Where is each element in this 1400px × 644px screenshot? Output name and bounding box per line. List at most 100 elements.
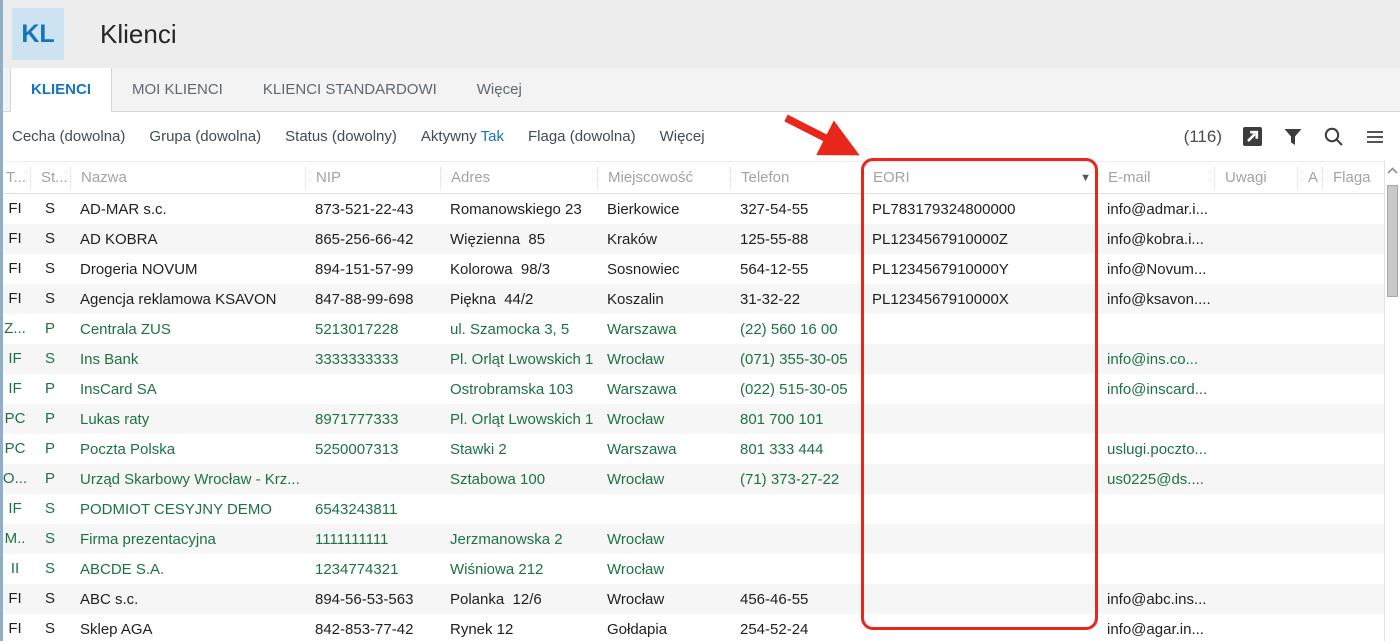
- table-cell: Ins Bank: [80, 350, 139, 368]
- table-cell: ul. Szamocka 3, 5: [450, 320, 570, 338]
- filter-cecha[interactable]: Cecha (dowolna): [12, 128, 125, 145]
- scrollbar[interactable]: [1384, 161, 1400, 641]
- table-row[interactable]: II S ABCDE S.A. 1234774321 Wiśniowa 212 Wrocł…: [0, 554, 1384, 584]
- column-header-eori[interactable]: EORI ▼: [862, 166, 1097, 189]
- table-cell: M..: [4, 530, 26, 547]
- table-cell: Warszawa: [607, 380, 677, 398]
- table-row[interactable]: IF P InsCard SA Ostrobramska 103 Warszawa (02…: [0, 374, 1384, 404]
- table-body: FI S AD-MAR s.c. 873-521-22-43 Romanowskiego…: [0, 194, 1384, 644]
- column-header-a[interactable]: A: [1297, 166, 1322, 189]
- table-cell: 6543243811: [315, 500, 398, 518]
- table-cell: 842-853-77-42: [315, 620, 414, 638]
- column-header-adres[interactable]: Adres: [440, 166, 597, 189]
- table-row[interactable]: FI S Agencja reklamowa KSAVON 847-88-99-698…: [0, 284, 1384, 314]
- table-row[interactable]: PC P Poczta Polska 5250007313 Stawki 2 Warsza…: [0, 434, 1384, 464]
- sort-arrow-icon: ▼: [1080, 171, 1091, 184]
- column-label: St...: [41, 168, 68, 186]
- search-icon[interactable]: [1323, 126, 1345, 148]
- table-row[interactable]: FI S Drogeria NOVUM 894-151-57-99 Kolorowa 9…: [0, 254, 1384, 284]
- table-cell: S: [44, 560, 55, 577]
- table-cell: S: [44, 350, 55, 367]
- filter-grupa[interactable]: Grupa (dowolna): [149, 128, 261, 145]
- table-row[interactable]: FI S Sklep AGA 842-853-77-42 Rynek 12 Gołdapi…: [0, 614, 1384, 644]
- column-header-t[interactable]: T...: [0, 167, 30, 189]
- tab-klienci-standardowi[interactable]: KLIENCI STANDARDOWI: [243, 68, 457, 111]
- table-row[interactable]: PC P Lukas raty 8971777333 Pl. Orląt Lwowski…: [0, 404, 1384, 434]
- table-cell: AD-MAR s.c.: [80, 200, 167, 218]
- scroll-up-icon[interactable]: [1385, 161, 1400, 179]
- column-header-flaga[interactable]: Flaga: [1322, 166, 1384, 189]
- tab-moi-klienci[interactable]: MOI KLIENCI: [112, 68, 243, 111]
- filter-value: (dowolny): [327, 128, 397, 145]
- table-cell: uslugi.poczto...: [1107, 440, 1208, 458]
- tab-więcej[interactable]: Więcej: [457, 68, 542, 111]
- tab-klienci[interactable]: KLIENCI: [10, 68, 112, 112]
- table-row[interactable]: Z... P Centrala ZUS 5213017228 ul. Szamocka …: [0, 314, 1384, 344]
- table-header: T... St... Nazwa NIP Adres Miejscowość Telefon…: [0, 161, 1384, 194]
- table-cell: 564-12-55: [740, 260, 809, 278]
- table-cell: Wrocław: [607, 410, 665, 428]
- table-cell: info@admar.i...: [1107, 200, 1209, 218]
- filter-więcej[interactable]: Więcej: [660, 128, 705, 145]
- table-row[interactable]: IF S Ins Bank 3333333333 Pl. Orląt Lwowskich…: [0, 344, 1384, 374]
- column-header-miejscowość[interactable]: Miejscowość: [597, 166, 730, 189]
- table-cell: Sztabowa 100: [450, 470, 546, 488]
- filter-label: Status: [285, 128, 328, 145]
- export-icon[interactable]: [1241, 126, 1263, 148]
- table-cell: Centrala ZUS: [80, 320, 171, 338]
- table-cell: FI: [8, 230, 22, 247]
- table-cell: O...: [2, 470, 28, 487]
- table-cell: Poczta Polska: [80, 440, 176, 458]
- column-header-telefon[interactable]: Telefon: [730, 166, 862, 189]
- table-cell: 254-52-24: [740, 620, 809, 638]
- table-cell: Wrocław: [607, 560, 665, 578]
- table-cell: Rynek 12: [450, 620, 514, 638]
- column-header-nazwa[interactable]: Nazwa: [70, 166, 305, 189]
- table-row[interactable]: FI S AD KOBRA 865-256-66-42 Więzienna 85 Krak…: [0, 224, 1384, 254]
- filter-list: Cecha (dowolna) Grupa (dowolna) Status (do…: [12, 128, 729, 145]
- table-row[interactable]: FI S ABC s.c. 894-56-53-563 Polanka 12/6 Wroc…: [0, 584, 1384, 614]
- table-cell: 865-256-66-42: [315, 230, 414, 248]
- table-cell: Warszawa: [607, 320, 677, 338]
- table-cell: P: [44, 410, 55, 427]
- table-cell: Firma prezentacyjna: [80, 530, 216, 548]
- table-row[interactable]: O... P Urząd Skarbowy Wrocław - Krz... Szta…: [0, 464, 1384, 494]
- table-cell: PL1234567910000Z: [872, 230, 1008, 248]
- filter-label: Flaga: [528, 128, 566, 145]
- column-header-st[interactable]: St...: [30, 166, 70, 189]
- filter-status[interactable]: Status (dowolny): [285, 128, 397, 145]
- column-header-e-mail[interactable]: E-mail: [1097, 166, 1214, 189]
- filter-icon[interactable]: [1282, 126, 1304, 148]
- filter-label: Aktywny: [420, 128, 477, 145]
- filter-flaga[interactable]: Flaga (dowolna): [528, 128, 636, 145]
- table-cell: info@ins.co...: [1107, 350, 1199, 368]
- table-cell: S: [44, 230, 55, 247]
- column-label: E-mail: [1108, 168, 1151, 186]
- table-cell: Sosnowiec: [607, 260, 680, 278]
- table-cell: 31-32-22: [740, 290, 801, 308]
- table-cell: 1111111111: [315, 530, 389, 548]
- table-cell: (22) 560 16 00: [740, 320, 838, 338]
- table-cell: 327-54-55: [740, 200, 809, 218]
- table-cell: FI: [8, 590, 22, 607]
- filter-aktywny[interactable]: Aktywny Tak: [421, 128, 504, 145]
- column-header-uwagi[interactable]: Uwagi: [1214, 166, 1297, 189]
- table-cell: 847-88-99-698: [315, 290, 414, 308]
- table-row[interactable]: IF S PODMIOT CESYJNY DEMO 6543243811: [0, 494, 1384, 524]
- menu-icon[interactable]: [1364, 126, 1386, 148]
- scrollbar-thumb[interactable]: [1387, 185, 1398, 297]
- table-cell: Koszalin: [607, 290, 664, 308]
- table-cell: 894-151-57-99: [315, 260, 414, 278]
- table-row[interactable]: FI S AD-MAR s.c. 873-521-22-43 Romanowskiego…: [0, 194, 1384, 224]
- column-label: Nazwa: [81, 168, 127, 186]
- table-cell: ABCDE S.A.: [80, 560, 165, 578]
- table-cell: 3333333333: [315, 350, 399, 368]
- table-cell: Ostrobramska 103: [450, 380, 574, 398]
- filter-value: Tak: [476, 128, 504, 145]
- table-cell: (022) 515-30-05: [740, 380, 848, 398]
- table-row[interactable]: M.. S Firma prezentacyjna 1111111111 Jerzman…: [0, 524, 1384, 554]
- column-header-nip[interactable]: NIP: [305, 166, 440, 189]
- table-cell: Z...: [4, 320, 26, 337]
- filter-value: (dowolna): [565, 128, 636, 145]
- table-cell: 456-46-55: [740, 590, 809, 608]
